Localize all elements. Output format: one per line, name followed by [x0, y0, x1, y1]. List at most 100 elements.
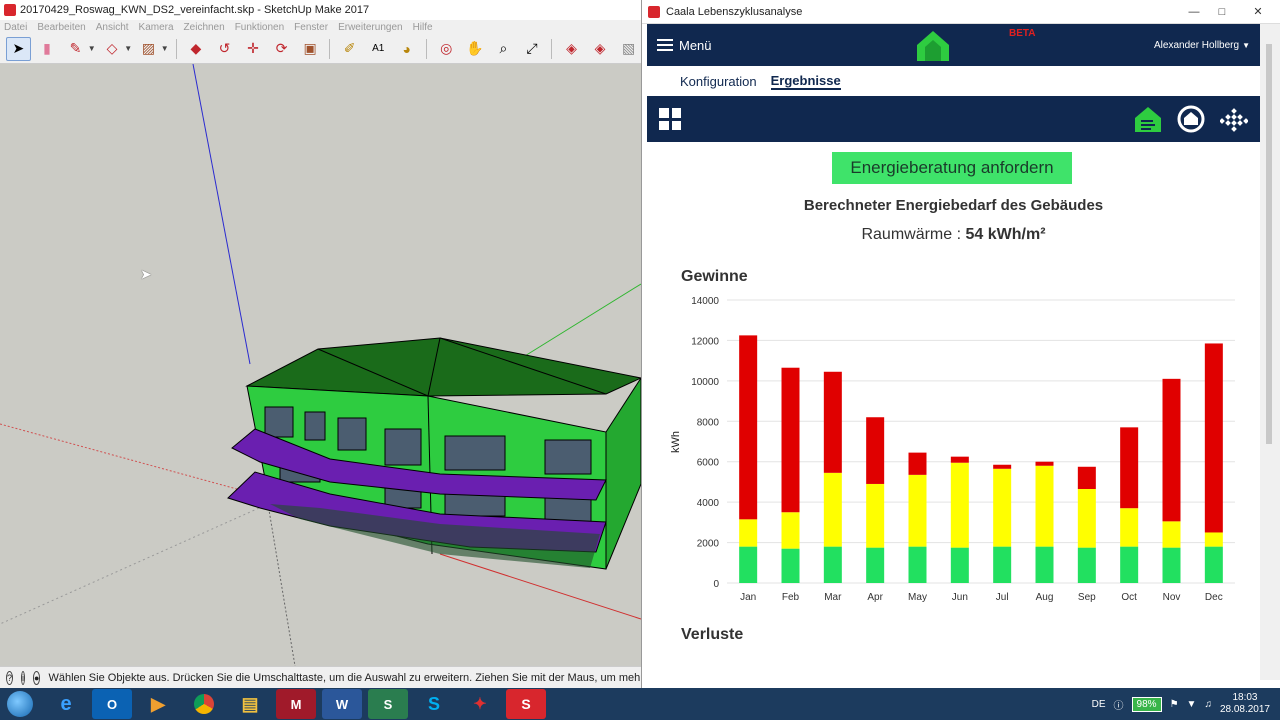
warehouse-icon[interactable]: ◈	[559, 37, 584, 61]
bar-segment-dec-0[interactable]	[1204, 546, 1223, 583]
mendeley-icon[interactable]: M	[276, 689, 316, 719]
bar-segment-mar-1[interactable]	[823, 472, 842, 547]
scrollbar-thumb[interactable]	[1266, 44, 1272, 444]
start-button[interactable]	[0, 688, 40, 720]
chrome-icon[interactable]	[184, 689, 224, 719]
scale-tool-icon[interactable]: ▣	[298, 37, 323, 61]
tape-measure-tool-icon[interactable]: ✐	[337, 37, 362, 61]
maximize-icon[interactable]: □	[1208, 0, 1236, 23]
help-icon[interactable]: ⓘ	[1114, 697, 1124, 712]
zoom-extents-tool-icon[interactable]: ⤢	[520, 37, 545, 61]
tab-konfiguration[interactable]: Konfiguration	[680, 74, 757, 89]
arc-tool-icon[interactable]: ◇	[100, 37, 125, 61]
bar-segment-apr-0[interactable]	[866, 547, 885, 583]
bar-segment-nov-2[interactable]	[1162, 378, 1181, 522]
bar-segment-jul-2[interactable]	[993, 464, 1012, 469]
skype-icon[interactable]: S	[414, 689, 454, 719]
move-tool-icon[interactable]: ✛	[241, 37, 266, 61]
bar-segment-oct-0[interactable]	[1120, 546, 1139, 583]
building-model[interactable]	[0, 64, 641, 666]
energy-consulting-button[interactable]: Energieberatung anfordern	[832, 152, 1072, 184]
paint-bucket-tool-icon[interactable]: ◕	[395, 37, 420, 61]
bar-segment-mar-2[interactable]	[823, 371, 842, 473]
menu-ansicht[interactable]: Ansicht	[96, 22, 129, 33]
text-tool-icon[interactable]: A1	[366, 37, 391, 61]
user-menu[interactable]: Alexander Hollberg	[1154, 40, 1239, 51]
bar-segment-feb-2[interactable]	[781, 367, 800, 513]
clock[interactable]: 18:03 28.08.2017	[1220, 692, 1270, 716]
battery-indicator[interactable]: 98%	[1131, 696, 1162, 712]
bar-segment-oct-1[interactable]	[1120, 508, 1139, 547]
menu-fenster[interactable]: Fenster	[294, 22, 328, 33]
chevron-down-icon[interactable]: ▼	[124, 44, 132, 53]
chevron-down-icon[interactable]: ▼	[88, 44, 96, 53]
select-tool-icon[interactable]: ➤	[6, 36, 31, 61]
bar-segment-jan-1[interactable]	[739, 519, 758, 547]
component-grid-icon[interactable]	[1220, 105, 1248, 133]
bar-segment-may-0[interactable]	[908, 546, 927, 583]
tab-ergebnisse[interactable]: Ergebnisse	[770, 73, 841, 90]
bar-segment-sep-2[interactable]	[1077, 466, 1096, 490]
orbit-tool-icon[interactable]: ◎	[434, 37, 459, 61]
zoom-tool-icon[interactable]: ⌕	[491, 37, 516, 61]
bar-segment-nov-1[interactable]	[1162, 521, 1181, 548]
bar-segment-jun-0[interactable]	[950, 547, 969, 583]
bar-segment-feb-1[interactable]	[781, 512, 800, 549]
bar-segment-oct-2[interactable]	[1120, 427, 1139, 509]
sway-icon[interactable]: S	[368, 689, 408, 719]
rotate-tool-icon[interactable]: ⟳	[269, 37, 294, 61]
menu-zeichnen[interactable]: Zeichnen	[184, 22, 225, 33]
bar-segment-aug-0[interactable]	[1035, 546, 1054, 583]
bar-segment-may-2[interactable]	[908, 452, 927, 475]
bar-segment-jun-2[interactable]	[950, 456, 969, 463]
volume-icon[interactable]: ♫	[1204, 699, 1212, 710]
bar-segment-sep-0[interactable]	[1077, 547, 1096, 583]
push-pull-tool-icon[interactable]: ◆	[184, 37, 209, 61]
chevron-down-icon[interactable]: ▼	[161, 44, 169, 53]
word-icon[interactable]: W	[322, 689, 362, 719]
follow-me-tool-icon[interactable]: ↺	[212, 37, 237, 61]
media-player-icon[interactable]: ▶	[138, 689, 178, 719]
bar-segment-apr-1[interactable]	[866, 483, 885, 548]
bar-segment-nov-0[interactable]	[1162, 547, 1181, 583]
bar-segment-aug-1[interactable]	[1035, 465, 1054, 547]
layout-send-icon[interactable]: ▧	[616, 37, 641, 61]
menu-datei[interactable]: Datei	[4, 22, 27, 33]
lifecycle-circle-icon[interactable]	[1176, 104, 1206, 134]
energy-house-icon[interactable]	[1134, 105, 1162, 133]
close-icon[interactable]: ✕	[1236, 0, 1280, 23]
bar-segment-may-1[interactable]	[908, 474, 927, 547]
menu-bearbeiten[interactable]: Bearbeiten	[37, 22, 85, 33]
bar-segment-aug-2[interactable]	[1035, 461, 1054, 466]
bar-segment-dec-2[interactable]	[1204, 343, 1223, 533]
menu-funktionen[interactable]: Funktionen	[235, 22, 284, 33]
minimize-icon[interactable]: —	[1180, 0, 1208, 23]
chevron-down-icon[interactable]: ▼	[1242, 41, 1250, 50]
menu-kamera[interactable]: Kamera	[139, 22, 174, 33]
window-scrollbar[interactable]	[1260, 24, 1280, 680]
menu-button[interactable]: Menü	[657, 38, 712, 53]
menu-erweiterungen[interactable]: Erweiterungen	[338, 22, 402, 33]
rectangle-tool-icon[interactable]: ▨	[136, 37, 161, 61]
file-explorer-icon[interactable]: ▤	[230, 689, 270, 719]
caala-logo-icon[interactable]	[916, 28, 950, 62]
info-icon[interactable]: i	[21, 670, 26, 685]
3d-viewport[interactable]: ➤	[0, 64, 641, 666]
bar-segment-jun-1[interactable]	[950, 462, 969, 548]
pencil-tool-icon[interactable]: ✎	[63, 37, 88, 61]
outlook-icon[interactable]: O	[92, 689, 132, 719]
sketchup-taskbar-icon[interactable]: S	[506, 689, 546, 719]
bar-segment-mar-0[interactable]	[823, 546, 842, 583]
bar-segment-jan-0[interactable]	[739, 546, 758, 583]
bar-segment-sep-1[interactable]	[1077, 489, 1096, 548]
acrobat-icon[interactable]: ✦	[460, 689, 500, 719]
menu-hilfe[interactable]: Hilfe	[413, 22, 433, 33]
bar-segment-jul-1[interactable]	[993, 468, 1012, 547]
pan-tool-icon[interactable]: ✋	[463, 37, 488, 61]
wifi-icon[interactable]: ▼	[1187, 699, 1197, 710]
flag-icon[interactable]: ⚑	[1170, 699, 1179, 710]
bar-segment-feb-0[interactable]	[781, 548, 800, 583]
extension-warehouse-icon[interactable]: ◈	[588, 37, 613, 61]
bar-segment-jul-0[interactable]	[993, 546, 1012, 583]
user-icon[interactable]: ●	[33, 670, 41, 685]
